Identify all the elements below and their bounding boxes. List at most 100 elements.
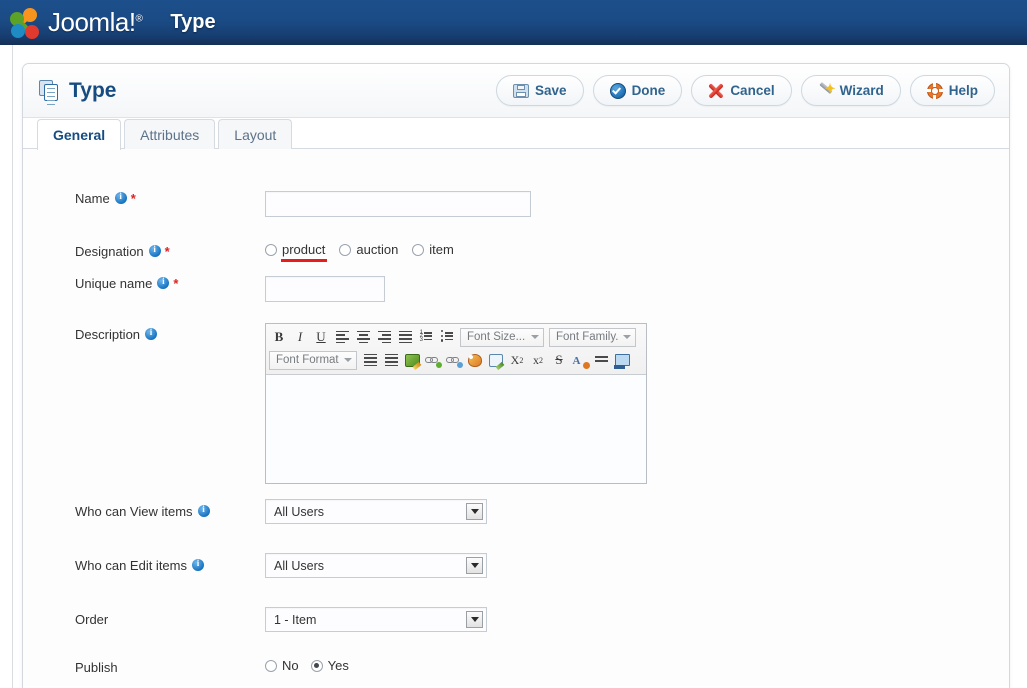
remove-format-icon[interactable]: A <box>570 350 590 370</box>
editor-toolbar-row-1: B I U 1 2 3 Font Size... Font Family. <box>269 327 643 347</box>
superscript-icon[interactable]: x2 <box>528 350 548 370</box>
who-can-view-select[interactable]: All Users <box>265 499 487 524</box>
radio-yes-label: Yes <box>327 658 349 673</box>
strikethrough-icon[interactable]: S <box>549 350 569 370</box>
publish-label-group: Publish <box>75 660 265 675</box>
radio-option-no[interactable]: No <box>265 658 299 673</box>
align-center-icon[interactable] <box>353 327 373 347</box>
field-row-description: Description B I U <box>75 323 647 484</box>
radio-product-input[interactable] <box>265 243 277 256</box>
caret-down-icon[interactable] <box>466 503 483 520</box>
radio-option-auction[interactable]: auction <box>339 242 398 257</box>
edit-pencil-icon[interactable] <box>402 350 422 370</box>
radio-option-item[interactable]: item <box>412 242 454 257</box>
subscript-icon[interactable]: X2 <box>507 350 527 370</box>
floppy-disk-icon <box>513 83 530 99</box>
designation-radio-group: product auction item <box>265 242 454 262</box>
done-button-label: Done <box>631 83 666 98</box>
help-button[interactable]: Help <box>909 75 995 106</box>
order-select[interactable]: 1 - Item <box>265 607 487 632</box>
unlink-icon[interactable] <box>444 350 464 370</box>
radio-no-input[interactable] <box>265 659 277 672</box>
brand-name: Joomla! <box>48 7 136 37</box>
chevron-down-icon <box>623 335 632 339</box>
tab-attributes[interactable]: Attributes <box>124 119 216 149</box>
horizontal-rule-icon[interactable] <box>591 350 611 370</box>
rich-text-editor: B I U 1 2 3 Font Size... Font Family. Fo… <box>265 323 647 484</box>
name-label: Name <box>75 191 110 206</box>
underline-icon[interactable]: U <box>311 327 331 347</box>
tab-layout-label: Layout <box>234 126 277 143</box>
font-format-dropdown[interactable]: Font Format <box>269 350 357 370</box>
info-icon[interactable] <box>148 244 161 257</box>
tab-general-label: General <box>53 127 106 143</box>
brand-registered-mark: ® <box>135 13 143 25</box>
radio-item-label: item <box>429 242 454 257</box>
order-label-group: Order <box>75 607 265 627</box>
unordered-list-icon[interactable] <box>437 327 457 347</box>
top-brand-bar: Joomla!® Type <box>0 0 1027 45</box>
ordered-list-icon[interactable]: 123 <box>416 327 436 347</box>
text-color-icon[interactable] <box>465 350 485 370</box>
radio-item-input[interactable] <box>412 243 425 256</box>
info-icon[interactable] <box>114 191 127 204</box>
editor-content-area[interactable] <box>266 375 646 483</box>
designation-label: Designation <box>75 244 144 259</box>
save-button[interactable]: Save <box>496 75 584 106</box>
align-justify-icon[interactable] <box>395 327 415 347</box>
font-family-dropdown[interactable]: Font Family. <box>549 327 637 347</box>
italic-icon[interactable]: I <box>290 327 310 347</box>
magic-wand-icon: ✦ <box>818 81 836 99</box>
joomla-logo-icon <box>8 6 42 40</box>
name-input[interactable] <box>265 191 531 217</box>
done-button[interactable]: Done <box>592 75 683 106</box>
align-right-icon[interactable] <box>374 327 394 347</box>
bold-icon[interactable]: B <box>269 327 289 347</box>
insert-image-icon[interactable] <box>612 350 632 370</box>
field-row-who-can-view: Who can View items All Users <box>75 499 487 524</box>
unique-name-input[interactable] <box>265 276 385 302</box>
who-can-edit-label: Who can Edit items <box>75 558 187 573</box>
info-icon[interactable] <box>192 558 204 571</box>
caret-down-icon[interactable] <box>466 611 483 628</box>
radio-option-product[interactable]: product <box>265 242 328 262</box>
unique-name-required-mark: * <box>173 276 179 291</box>
radio-no-label: No <box>282 658 299 673</box>
font-size-value: Font Size... <box>467 331 526 343</box>
who-can-edit-select[interactable]: All Users <box>265 553 487 578</box>
page-title-group: Type <box>23 79 116 105</box>
tab-attributes-label: Attributes <box>140 126 200 143</box>
info-icon[interactable] <box>157 276 170 289</box>
tab-layout[interactable]: Layout <box>218 119 293 149</box>
indent-icon[interactable] <box>360 350 380 370</box>
editor-toolbar: B I U 1 2 3 Font Size... Font Family. Fo… <box>266 324 646 375</box>
content-panel: Type Save Done Cancel ✦ Wizard Help Gene… <box>22 63 1010 688</box>
radio-auction-input[interactable] <box>339 243 352 256</box>
unique-name-label-group: Unique name * <box>75 276 265 291</box>
red-x-icon <box>708 82 725 99</box>
wizard-button[interactable]: ✦ Wizard <box>800 75 901 106</box>
name-required-mark: * <box>130 191 136 206</box>
order-value: 1 - Item <box>274 612 317 627</box>
order-label: Order <box>75 612 109 627</box>
cancel-button[interactable]: Cancel <box>691 75 792 106</box>
field-row-unique-name: Unique name * <box>75 276 385 302</box>
radio-option-yes[interactable]: Yes <box>310 658 349 673</box>
caret-down-icon[interactable] <box>466 557 483 574</box>
radio-yes-input[interactable] <box>310 659 323 672</box>
font-size-dropdown[interactable]: Font Size... <box>460 327 544 347</box>
align-left-icon[interactable] <box>332 327 352 347</box>
info-icon[interactable] <box>145 327 158 340</box>
outdent-icon[interactable] <box>381 350 401 370</box>
tab-general[interactable]: General <box>37 119 122 150</box>
insert-link-icon[interactable] <box>423 350 443 370</box>
info-icon[interactable] <box>197 504 210 517</box>
panel-header: Type Save Done Cancel ✦ Wizard Help <box>23 64 1009 118</box>
document-copy-icon <box>39 79 61 105</box>
edit-source-icon[interactable] <box>486 350 506 370</box>
unique-name-label: Unique name <box>75 276 153 291</box>
designation-required-mark: * <box>164 244 170 259</box>
who-can-edit-label-group: Who can Edit items <box>75 553 265 573</box>
general-form: Name * Designation * product <box>23 149 1009 686</box>
editor-toolbar-row-2: Font Format X 2 x 2 S A <box>269 350 643 370</box>
